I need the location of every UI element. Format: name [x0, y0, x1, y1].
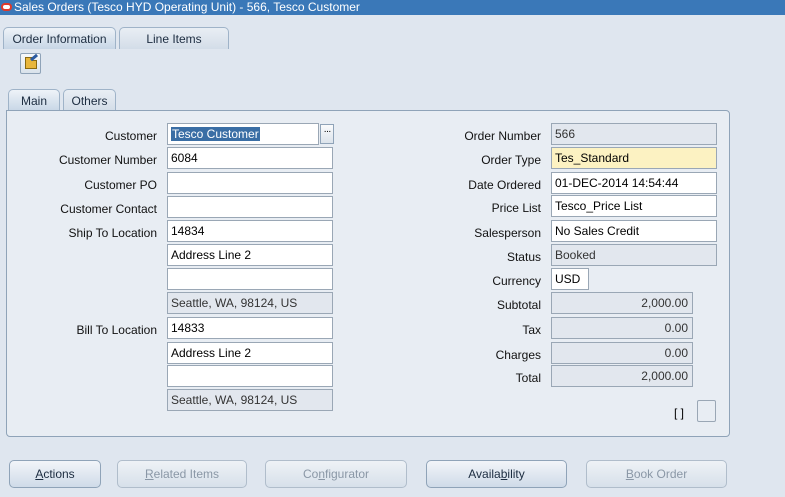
price-list-field[interactable]: Tesco_Price List	[551, 195, 717, 217]
order-type-field[interactable]: Tes_Standard	[551, 147, 717, 169]
status-label: Status	[506, 250, 541, 264]
customer-number-label: Customer Number	[58, 153, 157, 167]
salesperson-field[interactable]: No Sales Credit	[551, 220, 717, 242]
book-order-button[interactable]: Book Order	[586, 460, 727, 488]
bill-to-location-label: Bill To Location	[76, 323, 158, 337]
total-field: 2,000.00	[551, 365, 693, 387]
status-field: Booked	[551, 244, 717, 266]
ellipsis-icon[interactable]: ···	[320, 124, 334, 144]
tab-main[interactable]: Main	[8, 89, 60, 111]
customer-label: Customer	[104, 129, 157, 143]
price-list-label: Price List	[491, 201, 541, 215]
tax-label: Tax	[522, 323, 541, 337]
customer-contact-label: Customer Contact	[60, 202, 157, 216]
order-type-label: Order Type	[481, 153, 541, 167]
open-folder-button[interactable]	[20, 53, 41, 74]
bill-to-location-field[interactable]: 14833	[167, 317, 333, 339]
bill-to-address-line-3: Seattle, WA, 98124, US	[167, 389, 333, 411]
window-titlebar: Sales Orders (Tesco HYD Operating Unit) …	[0, 0, 785, 15]
customer-po-field[interactable]	[167, 172, 333, 194]
customer-contact-field[interactable]	[167, 196, 333, 218]
order-number-label: Order Number	[464, 129, 541, 143]
ship-to-location-field[interactable]: 14834	[167, 220, 333, 242]
charges-label: Charges	[495, 348, 541, 362]
tab-others[interactable]: Others	[63, 89, 116, 111]
charges-field: 0.00	[551, 342, 693, 364]
customer-field[interactable]: Tesco Customer	[167, 123, 319, 145]
actions-button[interactable]: Actions	[9, 460, 101, 488]
order-number-field: 566	[551, 123, 717, 145]
descriptive-flexfield-brackets[interactable]: [ ]	[674, 406, 684, 420]
ship-to-address-line-2[interactable]	[167, 268, 333, 290]
ship-to-address-line-3: Seattle, WA, 98124, US	[167, 292, 333, 314]
tab-order-information[interactable]: Order Information	[3, 27, 116, 49]
related-items-button[interactable]: Related Items	[117, 460, 247, 488]
ship-to-address-line-1[interactable]: Address Line 2	[167, 244, 333, 266]
flexfield-box[interactable]	[697, 400, 716, 422]
date-ordered-field[interactable]: 01-DEC-2014 14:54:44	[551, 172, 717, 194]
tab-line-items[interactable]: Line Items	[119, 27, 229, 49]
date-ordered-label: Date Ordered	[468, 178, 541, 192]
currency-field[interactable]: USD	[551, 268, 589, 290]
tax-field: 0.00	[551, 317, 693, 339]
open-folder-icon	[25, 57, 37, 69]
subtotal-label: Subtotal	[496, 298, 541, 312]
ship-to-location-label: Ship To Location	[68, 226, 157, 240]
salesperson-label: Salesperson	[474, 226, 541, 240]
oracle-icon	[1, 3, 12, 11]
bill-to-address-line-2[interactable]	[167, 365, 333, 387]
subtotal-field: 2,000.00	[551, 292, 693, 314]
configurator-button[interactable]: Configurator	[265, 460, 407, 488]
total-label: Total	[515, 371, 541, 385]
customer-number-field[interactable]: 6084	[167, 147, 333, 169]
availability-button[interactable]: Availability	[426, 460, 567, 488]
bill-to-address-line-1[interactable]: Address Line 2	[167, 342, 333, 364]
currency-label: Currency	[492, 274, 541, 288]
window-title: Sales Orders (Tesco HYD Operating Unit) …	[14, 0, 360, 14]
customer-po-label: Customer PO	[84, 178, 157, 192]
